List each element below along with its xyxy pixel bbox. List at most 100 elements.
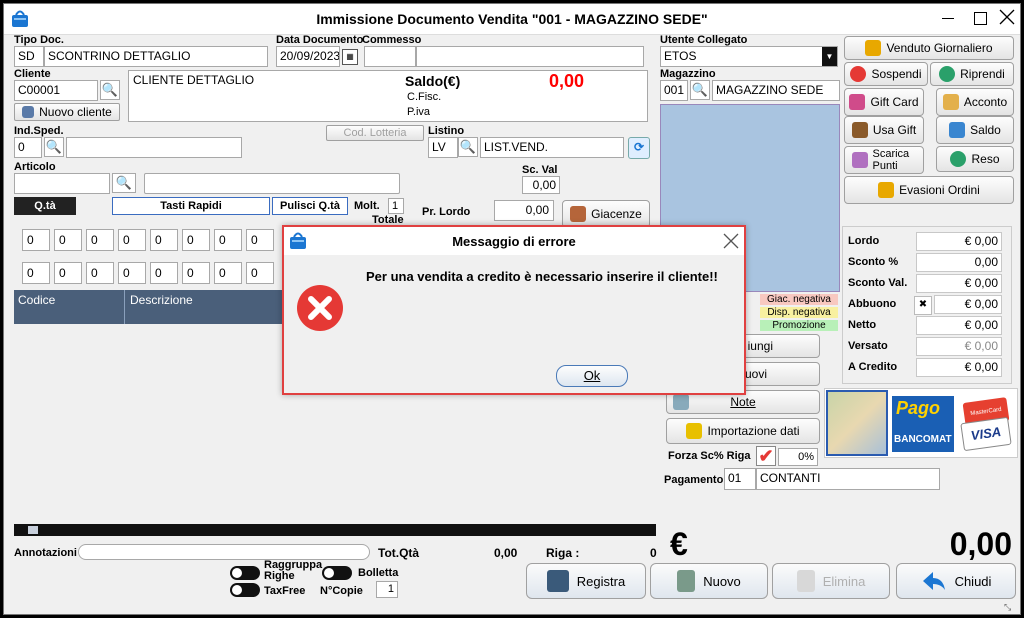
col-divider <box>124 290 125 324</box>
quick-qty[interactable]: 0 <box>54 262 82 284</box>
articolo-desc[interactable] <box>144 173 400 194</box>
resize-grip-icon[interactable]: ⤡ <box>1004 602 1014 612</box>
acconto-button[interactable]: Acconto <box>936 88 1014 116</box>
col-codice-header[interactable]: Codice <box>18 293 55 307</box>
importazione-dati-button[interactable]: Importazione dati <box>666 418 820 444</box>
tab-tasti-rapidi[interactable]: Tasti Rapidi <box>112 197 270 215</box>
bolletta-toggle[interactable] <box>322 566 352 580</box>
pr-lordo-field[interactable]: 0,00 <box>494 200 554 221</box>
magazzino-search-icon[interactable]: 🔍 <box>690 80 710 100</box>
quick-qty[interactable]: 0 <box>86 229 114 251</box>
reso-button[interactable]: Reso <box>936 146 1014 172</box>
forza-sc-checkbox[interactable]: ✔ <box>756 446 776 466</box>
tipo-doc-desc[interactable]: SCONTRINO DETTAGLIO <box>44 46 268 67</box>
pr-lordo-label: Pr. Lordo <box>422 206 471 218</box>
quick-qty[interactable]: 0 <box>182 229 210 251</box>
chevron-down-icon[interactable]: ▼ <box>822 47 837 66</box>
points-card-icon <box>851 152 868 168</box>
new-document-icon <box>677 570 696 592</box>
pagamento-desc[interactable]: CONTANTI <box>756 468 940 490</box>
usa-gift-button[interactable]: Usa Gift <box>844 116 924 144</box>
scval-field[interactable]: 0,00 <box>522 176 560 194</box>
cod-lotteria-button[interactable]: Cod. Lotteria <box>326 125 424 141</box>
cash-payment-icon[interactable] <box>826 390 888 456</box>
minimize-icon[interactable] <box>942 18 954 19</box>
pagobancomat-icon[interactable]: Pago BANCOMAT <box>892 396 954 452</box>
pagamento-code[interactable]: 01 <box>724 468 756 490</box>
total-row-netto: Netto € 0,00 <box>842 316 1006 336</box>
riga-label: Riga : <box>546 546 580 560</box>
ok-button[interactable]: Ok <box>556 365 628 387</box>
quick-qty[interactable]: 0 <box>246 229 274 251</box>
listino-label: Listino <box>428 125 465 137</box>
tipo-doc-code[interactable]: SD <box>14 46 44 67</box>
listino-search-icon[interactable]: 🔍 <box>458 137 478 157</box>
scroll-thumb[interactable] <box>28 526 38 534</box>
data-doc-field[interactable]: 20/09/2023 <box>276 46 340 67</box>
gift-card-button[interactable]: Gift Card <box>844 88 924 116</box>
indsped-field[interactable]: 0 <box>14 137 42 158</box>
tab-qta[interactable]: Q.tà <box>14 197 76 215</box>
maximize-icon[interactable] <box>974 12 987 25</box>
dialog-title: Messaggio di errore <box>452 234 576 249</box>
quick-qty[interactable]: 0 <box>54 229 82 251</box>
annotazioni-field[interactable] <box>78 544 370 560</box>
quick-qty[interactable]: 0 <box>118 229 146 251</box>
book-icon <box>865 40 882 56</box>
nuovo-cliente-button[interactable]: Nuovo cliente <box>14 103 120 121</box>
riprendi-button[interactable]: Riprendi <box>930 62 1014 86</box>
quick-qty[interactable]: 0 <box>246 262 274 284</box>
commesso-code[interactable] <box>364 46 416 67</box>
quick-qty[interactable]: 0 <box>182 262 210 284</box>
pause-icon <box>850 66 867 82</box>
abbuono-clear-icon[interactable]: ✖ <box>914 296 932 315</box>
sospendi-button[interactable]: Sospendi <box>844 62 928 86</box>
cfisc-label: C.Fisc. <box>407 91 442 103</box>
cliente-code[interactable]: C00001 <box>14 80 98 101</box>
dialog-close-icon[interactable] <box>722 232 740 250</box>
quick-qty[interactable]: 0 <box>22 229 50 251</box>
utente-select[interactable]: ETOS <box>660 46 838 67</box>
calendar-icon[interactable]: ▦ <box>342 49 358 65</box>
quick-qty[interactable]: 0 <box>214 262 242 284</box>
quick-qty[interactable]: 0 <box>214 229 242 251</box>
evasioni-ordini-button[interactable]: Evasioni Ordini <box>844 176 1014 204</box>
listino-code[interactable]: LV <box>428 137 458 158</box>
venduto-giornaliero-button[interactable]: Venduto Giornaliero <box>844 36 1014 60</box>
refresh-icon[interactable]: ⟳ <box>628 137 650 159</box>
piva-label: P.iva <box>407 106 431 118</box>
chiudi-button[interactable]: Chiudi <box>896 563 1016 599</box>
articolo-code[interactable] <box>14 173 110 194</box>
close-icon[interactable] <box>998 8 1016 26</box>
scarica-punti-button[interactable]: Scarica Punti <box>844 146 924 174</box>
taxfree-toggle[interactable] <box>230 583 260 597</box>
quick-qty[interactable]: 0 <box>86 262 114 284</box>
magazzino-desc[interactable]: MAGAZZINO SEDE <box>712 80 840 101</box>
quick-qty[interactable]: 0 <box>150 229 178 251</box>
listino-desc[interactable]: LIST.VEND. <box>480 137 624 158</box>
forza-sc-field[interactable]: 0% <box>778 448 818 466</box>
elimina-button[interactable]: Elimina <box>772 563 890 599</box>
registra-button[interactable]: Registra <box>526 563 646 599</box>
molt-field[interactable]: 1 <box>388 198 404 214</box>
indsped-search-icon[interactable]: 🔍 <box>44 137 64 157</box>
quick-qty[interactable]: 0 <box>150 262 178 284</box>
quick-qty[interactable]: 0 <box>22 262 50 284</box>
cliente-search-icon[interactable]: 🔍 <box>100 80 120 100</box>
card-payment-icon[interactable]: MasterCard VISA <box>958 397 1014 452</box>
raggruppa-righe-toggle[interactable] <box>230 566 260 580</box>
giacenze-button[interactable]: Giacenze <box>562 200 650 228</box>
annotazioni-label: Annotazioni <box>14 547 77 559</box>
col-descrizione-header[interactable]: Descrizione <box>130 293 193 307</box>
articolo-search-icon[interactable]: 🔍 <box>112 173 136 193</box>
nuovo-button[interactable]: Nuovo <box>650 563 768 599</box>
horizontal-scrollbar[interactable] <box>14 524 656 536</box>
commesso-desc[interactable] <box>416 46 644 67</box>
ncopie-field[interactable]: 1 <box>376 581 398 598</box>
pulisci-qta-button[interactable]: Pulisci Q.tà <box>272 197 348 215</box>
quick-qty[interactable]: 0 <box>118 262 146 284</box>
hand-coin-icon <box>942 94 959 110</box>
indsped-desc[interactable] <box>66 137 242 158</box>
saldo-button[interactable]: Saldo <box>936 116 1014 144</box>
magazzino-code[interactable]: 001 <box>660 80 688 101</box>
